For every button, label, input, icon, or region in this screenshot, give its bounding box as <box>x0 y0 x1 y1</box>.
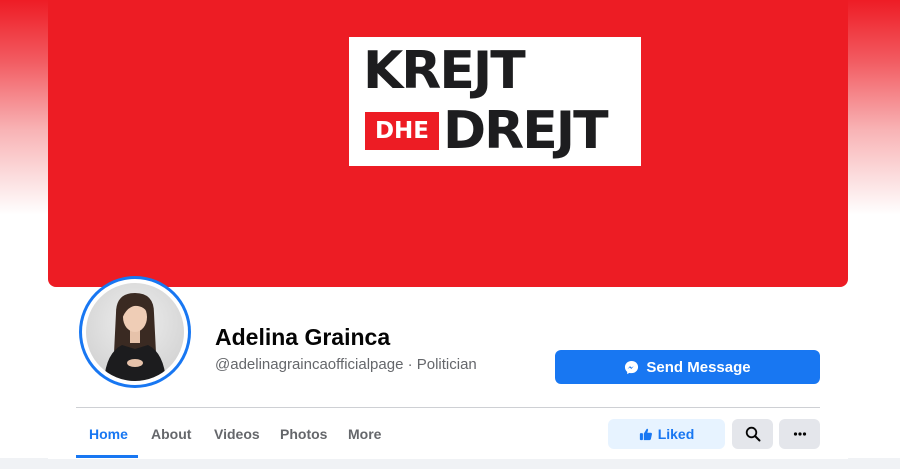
logo-text-krejt: KREJT <box>363 41 526 101</box>
tab-home[interactable]: Home <box>89 426 128 443</box>
search-button[interactable] <box>732 419 773 449</box>
tab-photos[interactable]: Photos <box>280 426 327 443</box>
avatar-border <box>82 279 188 385</box>
page-title: Adelina Grainca <box>215 324 391 350</box>
profile-avatar[interactable] <box>79 276 191 388</box>
logo-text-dhe: DHE <box>365 112 439 150</box>
header-divider <box>76 407 820 408</box>
cover-logo: KREJT DHE DREJT <box>349 37 641 166</box>
tab-videos[interactable]: Videos <box>214 426 260 443</box>
tab-about[interactable]: About <box>151 426 191 443</box>
logo-text-drejt: DREJT <box>443 101 609 161</box>
liked-button[interactable]: Liked <box>608 419 725 449</box>
person-silhouette-icon <box>104 293 166 381</box>
feed-background <box>0 458 900 469</box>
page-handle-category: @adelinagraincaofficialpage · Politician <box>215 356 477 373</box>
tab-more[interactable]: More <box>348 426 381 443</box>
avatar-photo <box>86 283 184 381</box>
liked-label: Liked <box>657 426 695 442</box>
more-options-icon <box>793 432 806 436</box>
search-icon <box>745 426 760 442</box>
send-message-label: Send Message <box>646 358 751 376</box>
more-options-button[interactable] <box>779 419 820 449</box>
active-tab-indicator <box>76 455 138 458</box>
cover-photo[interactable]: KREJT DHE DREJT <box>48 0 848 287</box>
thumbs-up-icon <box>639 427 653 441</box>
send-message-button[interactable]: Send Message <box>555 350 820 384</box>
messenger-icon <box>624 360 639 375</box>
